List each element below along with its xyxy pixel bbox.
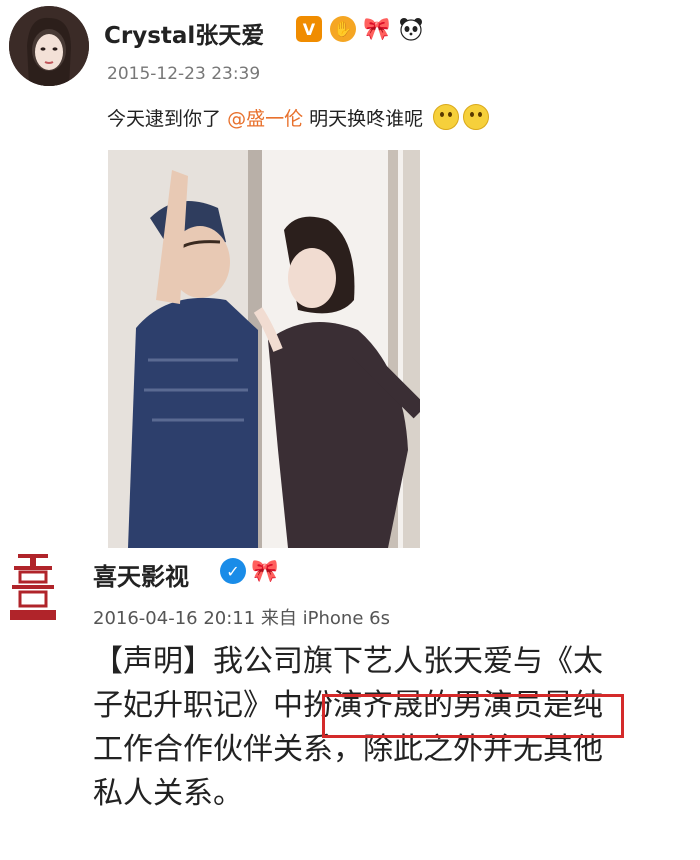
badge-row: V ✋ 🎀: [296, 16, 424, 42]
hand-badge-icon[interactable]: ✋: [330, 16, 356, 42]
ribbon-badge-icon[interactable]: 🎀: [251, 558, 278, 584]
smile-emoji-icon: [463, 104, 490, 130]
xitian-logo-icon: [10, 554, 56, 620]
post-timestamp[interactable]: 2015-12-23 23:39: [107, 64, 260, 84]
post-photo[interactable]: [108, 150, 420, 548]
username[interactable]: Crystal张天爱: [104, 16, 264, 50]
ribbon-badge-icon[interactable]: 🎀: [363, 16, 390, 42]
verified-v-icon[interactable]: V: [296, 16, 322, 42]
post-text: 今天逮到你了 @盛一伦 明天换咚谁呢: [107, 104, 490, 131]
avatar-image: [9, 6, 89, 86]
photo-image: [108, 150, 420, 548]
panda-badge-icon[interactable]: [398, 16, 424, 42]
statement-line: 私人关系。: [93, 776, 243, 811]
badge-row-2: ✓ 🎀: [220, 558, 279, 584]
red-highlight-box: [322, 694, 624, 738]
smile-emoji-icon: [433, 104, 460, 130]
mention-link[interactable]: @盛一伦: [227, 108, 303, 130]
post-text-end: 明天换咚谁呢: [309, 108, 424, 130]
avatar[interactable]: [9, 6, 89, 86]
post-text-start: 今天逮到你了: [107, 108, 222, 130]
post-timestamp-source[interactable]: 2016-04-16 20:11 来自 iPhone 6s: [93, 604, 390, 630]
statement-line: 【声明】我公司旗下艺人张天爱与《太: [93, 644, 603, 679]
brand-logo[interactable]: [6, 552, 60, 624]
account-name[interactable]: 喜天影视: [93, 557, 189, 592]
verified-blue-icon[interactable]: ✓: [220, 558, 246, 584]
